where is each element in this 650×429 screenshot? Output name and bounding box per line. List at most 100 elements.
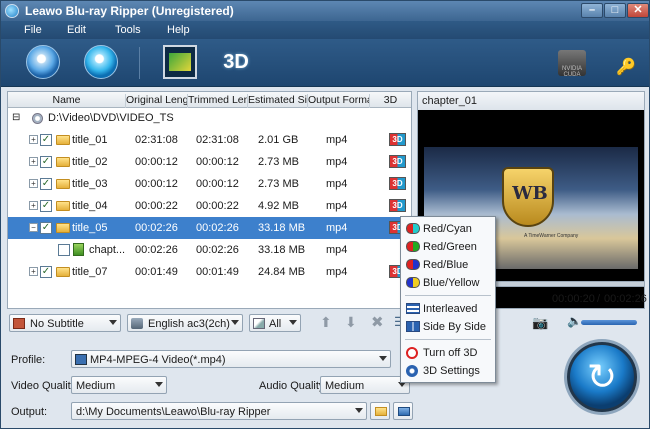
col-trimmed-length[interactable]: Trimmed Length: [188, 94, 248, 108]
menu-item-3d-settings[interactable]: 3D Settings: [401, 362, 495, 380]
menu-item-label: Interleaved: [423, 303, 478, 315]
output-label: Output:: [11, 406, 48, 418]
profile-select[interactable]: MP4-MPEG-4 Video(*.mp4): [71, 350, 391, 368]
audio-quality-value: Medium: [325, 380, 365, 392]
3d-button[interactable]: 3D: [219, 45, 253, 79]
menu-item-label: 3D Settings: [423, 365, 480, 377]
row-checkbox[interactable]: ✓: [40, 178, 52, 190]
app-window: Leawo Blu-ray Ripper (Unregistered) – □ …: [0, 0, 650, 429]
row-trimmed: 00:01:49: [196, 266, 239, 278]
add-blu-ray-button[interactable]: [26, 45, 60, 79]
col-output-format[interactable]: Output Format: [308, 94, 370, 108]
convert-button[interactable]: ↻: [567, 342, 637, 412]
close-button[interactable]: ✕: [627, 3, 649, 18]
row-checkbox[interactable]: ✓: [40, 156, 52, 168]
audio-quality-label: Audio Quality:: [259, 380, 328, 392]
menu-file[interactable]: File: [24, 24, 42, 36]
menu-item-label: Red/Green: [423, 241, 477, 253]
expand-icon[interactable]: +: [29, 201, 38, 210]
video-quality-value: Medium: [76, 380, 116, 392]
3d-toggle-icon[interactable]: 3D: [389, 177, 406, 190]
audio-quality-select[interactable]: Medium: [320, 376, 410, 394]
chevron-down-icon: [289, 320, 297, 325]
output-path-field[interactable]: d:\My Documents\Leawo\Blu-ray Ripper: [71, 402, 367, 420]
maximize-button[interactable]: □: [604, 3, 626, 18]
row-original: 00:00:12: [135, 178, 178, 190]
add-folder-button[interactable]: [84, 45, 118, 79]
row-original: 00:02:26: [135, 222, 178, 234]
row-size: 33.18 MB: [258, 222, 306, 234]
menu-item-blue-yellow[interactable]: Blue/Yellow: [401, 274, 495, 292]
filter-icon: [253, 318, 265, 329]
move-down-icon[interactable]: ⬇: [345, 314, 357, 331]
open-output-folder-button[interactable]: [393, 402, 413, 420]
audio-track-select[interactable]: English ac3(2ch): [127, 314, 243, 332]
delete-icon[interactable]: ✖: [371, 313, 384, 331]
register-key-icon[interactable]: 🔑: [616, 57, 636, 77]
chevron-down-icon: [109, 320, 117, 325]
video-quality-select[interactable]: Medium: [71, 376, 167, 394]
table-row[interactable]: + ✓ title_07 00:01:49 00:01:49 24.84 MB …: [8, 261, 411, 283]
menu-help[interactable]: Help: [167, 24, 190, 36]
row-checkbox[interactable]: ✓: [40, 134, 52, 146]
expand-icon[interactable]: +: [29, 267, 38, 276]
table-row-selected[interactable]: − ✓ title_05 00:02:26 00:02:26 33.18 MB …: [8, 217, 411, 239]
table-row[interactable]: + ✓ title_02 00:00:12 00:00:12 2.73 MB m…: [8, 151, 411, 173]
row-name: title_02: [72, 156, 108, 168]
menu-tools[interactable]: Tools: [115, 24, 141, 36]
menu-item-red-cyan[interactable]: Red/Cyan: [401, 220, 495, 238]
menu-item-red-blue[interactable]: Red/Blue: [401, 256, 495, 274]
disc-icon: [32, 113, 43, 124]
toolbar: 3D: [1, 39, 649, 87]
row-size: 2.73 MB: [258, 178, 299, 190]
file-list: Name Original Length Trimmed Length Esti…: [7, 91, 412, 309]
3d-toggle-icon[interactable]: 3D: [389, 133, 406, 146]
menu-item-interleaved[interactable]: Interleaved: [401, 300, 495, 318]
audio-icon: [131, 318, 143, 329]
row-checkbox[interactable]: ✓: [40, 200, 52, 212]
profile-value: MP4-MPEG-4 Video(*.mp4): [90, 354, 226, 366]
col-3d[interactable]: 3D: [370, 94, 411, 108]
3d-toggle-icon[interactable]: 3D: [389, 199, 406, 212]
table-row[interactable]: + ✓ title_03 00:00:12 00:00:12 2.73 MB m…: [8, 173, 411, 195]
collapse-icon[interactable]: ⊟: [12, 112, 20, 123]
edit-video-button[interactable]: [163, 45, 197, 79]
menu-item-side-by-side[interactable]: Side By Side: [401, 318, 495, 336]
row-trimmed: 00:02:26: [196, 244, 239, 256]
table-row[interactable]: + ✓ title_01 02:31:08 02:31:08 2.01 GB m…: [8, 129, 411, 151]
red-blue-glasses-icon: [406, 259, 420, 270]
col-original-length[interactable]: Original Length: [126, 94, 188, 108]
snapshot-camera-icon[interactable]: 📷: [532, 315, 548, 331]
collapse-icon[interactable]: −: [29, 223, 38, 232]
row-checkbox[interactable]: [58, 244, 70, 256]
volume-slider[interactable]: [581, 320, 637, 325]
expand-icon[interactable]: +: [29, 157, 38, 166]
menu-item-label: Blue/Yellow: [423, 277, 480, 289]
minimize-button[interactable]: –: [581, 3, 603, 18]
move-up-icon[interactable]: ⬆: [320, 314, 332, 331]
table-row[interactable]: + ✓ title_04 00:00:22 00:00:22 4.92 MB m…: [8, 195, 411, 217]
chevron-down-icon: [155, 382, 163, 387]
chevron-down-icon: [231, 320, 239, 325]
row-trimmed: 00:00:12: [196, 178, 239, 190]
filter-select[interactable]: All: [249, 314, 301, 332]
3d-toggle-icon[interactable]: 3D: [389, 155, 406, 168]
row-checkbox[interactable]: ✓: [40, 266, 52, 278]
table-row[interactable]: chapt... 00:02:26 00:02:26 33.18 MB mp4: [8, 239, 411, 261]
interleaved-icon: [406, 303, 420, 314]
expand-icon[interactable]: +: [29, 179, 38, 188]
menu-separator: [405, 339, 491, 340]
col-name[interactable]: Name: [8, 94, 126, 108]
time-separator: /: [597, 293, 601, 305]
row-name: title_03: [72, 178, 108, 190]
col-estimated-size[interactable]: Estimated Size: [248, 94, 308, 108]
volume-icon[interactable]: 🔈: [567, 314, 582, 328]
menu-item-turn-off-3d[interactable]: Turn off 3D: [401, 344, 495, 362]
browse-folder-button[interactable]: [370, 402, 390, 420]
menu-item-red-green[interactable]: Red/Green: [401, 238, 495, 256]
menu-edit[interactable]: Edit: [67, 24, 86, 36]
expand-icon[interactable]: +: [29, 135, 38, 144]
row-name: title_01: [72, 134, 108, 146]
row-checkbox[interactable]: ✓: [40, 222, 52, 234]
subtitle-select[interactable]: No Subtitle: [9, 314, 121, 332]
